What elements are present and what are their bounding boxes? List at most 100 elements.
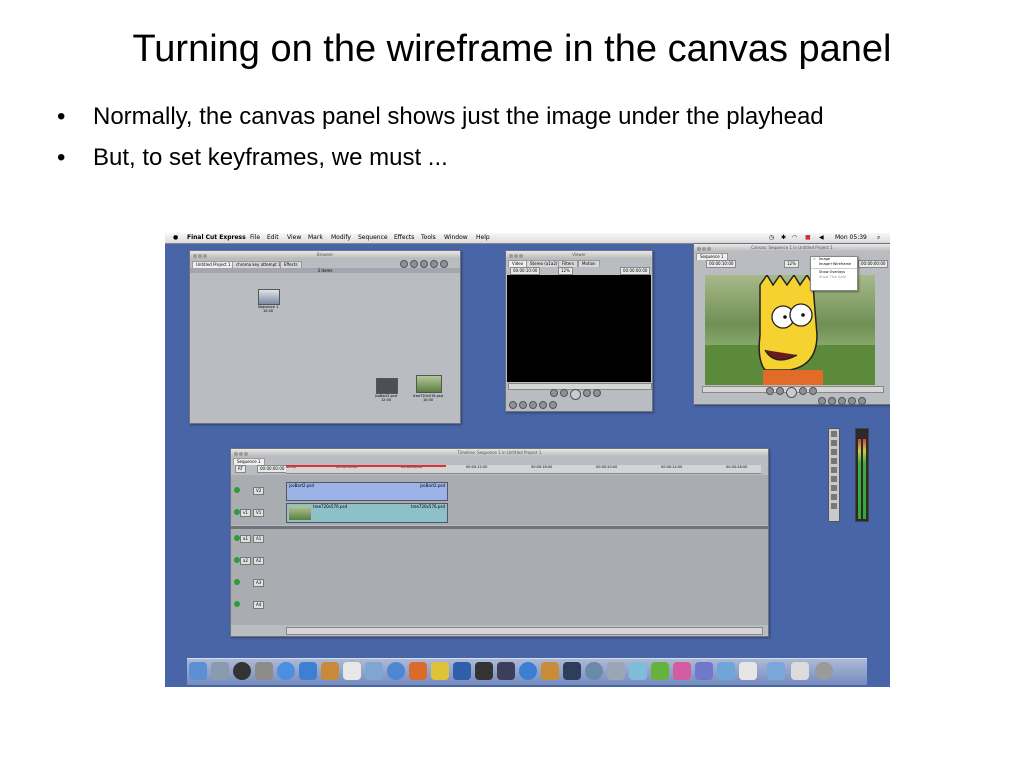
- sequence-icon[interactable]: [258, 289, 280, 305]
- menu-modify[interactable]: Modify: [331, 233, 351, 243]
- track-label-v1[interactable]: V1: [253, 509, 265, 517]
- canvas-timecode-duration[interactable]: 00:00:10:00: [706, 260, 737, 268]
- zoom-tool-icon[interactable]: [831, 458, 837, 464]
- star-app-icon[interactable]: [431, 662, 449, 680]
- itunes-icon[interactable]: [387, 662, 405, 680]
- hand-tool-icon[interactable]: [831, 485, 837, 491]
- track-label-a2[interactable]: A2: [253, 557, 265, 565]
- v2-clip[interactable]: jsoBart2.psd jsoBart2.psd: [286, 482, 448, 501]
- crop-tool-icon[interactable]: [831, 467, 837, 473]
- address-book-icon[interactable]: [321, 662, 339, 680]
- dvd-icon[interactable]: [585, 662, 603, 680]
- viewer-edit-buttons[interactable]: [509, 401, 557, 409]
- timeline-ruler[interactable]: 00:00 00:00:04:00 00:00:08:00 00:00:12:0…: [286, 465, 761, 474]
- volume-icon[interactable]: ◀: [819, 233, 824, 243]
- selection-tool-icon[interactable]: [831, 431, 837, 437]
- source-label-a1[interactable]: a1: [240, 535, 251, 543]
- browser-tab-3[interactable]: Effects: [280, 261, 302, 268]
- downloads-icon[interactable]: [791, 662, 809, 680]
- canvas-timecode-current[interactable]: 00:00:00:00: [858, 260, 889, 268]
- canvas-zoom[interactable]: 12%: [784, 260, 799, 268]
- viewer-tab-stereo[interactable]: Stereo (a1a2): [526, 260, 562, 267]
- source-label-v1[interactable]: v1: [240, 509, 251, 517]
- timeline-scrollbar[interactable]: [286, 627, 763, 635]
- viewer-zoom[interactable]: 12%: [558, 267, 573, 275]
- track-label-a3[interactable]: A3: [253, 579, 265, 587]
- menu-view[interactable]: View: [287, 233, 301, 243]
- system-prefs-icon[interactable]: [255, 662, 273, 680]
- viewer-tab-video[interactable]: Video: [508, 260, 528, 267]
- timeline-timecode[interactable]: 00:00:00:00: [257, 465, 288, 473]
- canvas-tab[interactable]: Sequence 1: [696, 253, 728, 260]
- rt-menu[interactable]: RT: [235, 465, 246, 473]
- canvas-transport[interactable]: [766, 387, 817, 398]
- menu-mark[interactable]: Mark: [308, 233, 323, 243]
- flag-icon[interactable]: ■: [805, 233, 811, 243]
- guitar-icon[interactable]: [541, 662, 559, 680]
- razor-tool-icon[interactable]: [831, 449, 837, 455]
- menu-item-image-wireframe[interactable]: Image+Wireframe: [811, 262, 857, 267]
- canvas-edit-buttons[interactable]: [818, 397, 866, 405]
- ical-icon[interactable]: [343, 662, 361, 680]
- menu-help[interactable]: Help: [476, 233, 490, 243]
- track-visibility-v2[interactable]: [234, 487, 240, 493]
- menu-window[interactable]: Window: [444, 233, 468, 243]
- edit-select-tool-icon[interactable]: [831, 440, 837, 446]
- menu-sequence[interactable]: Sequence: [358, 233, 388, 243]
- viewer-tab-filters[interactable]: Filters: [558, 260, 578, 267]
- menu-file[interactable]: File: [250, 233, 260, 243]
- safari-icon[interactable]: [277, 662, 295, 680]
- preview-icon[interactable]: [211, 662, 229, 680]
- apple-menu-icon[interactable]: ●: [173, 233, 178, 243]
- finder-icon[interactable]: [189, 662, 207, 680]
- people-app-icon[interactable]: [717, 662, 735, 680]
- browser-tab-1[interactable]: Untitled Project 1: [192, 261, 235, 268]
- menu-tools[interactable]: Tools: [421, 233, 436, 243]
- track-label-a1[interactable]: A1: [253, 535, 265, 543]
- track-visibility-a4[interactable]: [234, 601, 240, 607]
- clip-icon-bart[interactable]: [376, 378, 398, 394]
- dashboard-icon[interactable]: [233, 662, 251, 680]
- menu-edit[interactable]: Edit: [267, 233, 279, 243]
- spotlight-icon[interactable]: ⌕: [877, 233, 880, 243]
- photoshop-icon[interactable]: [453, 662, 471, 680]
- menu-item-show-title-safe[interactable]: Show Title Safe: [811, 275, 857, 280]
- iphoto-icon[interactable]: [365, 662, 383, 680]
- viewer-tab-motion[interactable]: Motion: [578, 260, 600, 267]
- source-label-a2[interactable]: a2: [240, 557, 251, 565]
- folder-icon[interactable]: [767, 662, 785, 680]
- track-label-v2[interactable]: V2: [253, 487, 265, 495]
- app-menu[interactable]: Final Cut Express: [187, 233, 246, 243]
- final-cut-icon[interactable]: [475, 662, 493, 680]
- paint-app-icon[interactable]: [673, 662, 691, 680]
- internet-explorer-icon[interactable]: [519, 662, 537, 680]
- pen-tool-icon[interactable]: [831, 476, 837, 482]
- plant-app-icon[interactable]: [651, 662, 669, 680]
- v1-clip[interactable]: tree720x576.psd tree720x576.psd: [286, 503, 448, 523]
- blue-app-icon[interactable]: [695, 662, 713, 680]
- viewer-transport[interactable]: [550, 389, 601, 400]
- garageband-icon[interactable]: [409, 662, 427, 680]
- menu-effects[interactable]: Effects: [394, 233, 414, 243]
- link-tool-icon[interactable]: [831, 494, 837, 500]
- track-visibility-a3[interactable]: [234, 579, 240, 585]
- text-app-icon[interactable]: [629, 662, 647, 680]
- document-icon[interactable]: [739, 662, 757, 680]
- network-app-icon[interactable]: [607, 662, 625, 680]
- browser-tab-2[interactable]: chroma key attempt 1: [232, 261, 285, 268]
- bluetooth-icon[interactable]: ✱: [781, 233, 786, 243]
- viewer-timecode-current[interactable]: 00:00:00:00: [620, 267, 651, 275]
- window-controls[interactable]: [193, 253, 208, 261]
- viewer-timecode-duration[interactable]: 00:00:10:00: [510, 267, 541, 275]
- trash-icon[interactable]: [815, 662, 833, 680]
- clip-icon-tree[interactable]: [416, 375, 442, 393]
- timeline-tab[interactable]: Sequence 1: [233, 458, 265, 465]
- clock-icon[interactable]: ◷: [769, 233, 774, 243]
- grid-app-icon[interactable]: [563, 662, 581, 680]
- after-effects-icon[interactable]: [497, 662, 515, 680]
- track-label-a4[interactable]: A4: [253, 601, 265, 609]
- blade-tool-icon[interactable]: [831, 503, 837, 509]
- wifi-icon[interactable]: ◠: [792, 233, 797, 243]
- browser-view-buttons[interactable]: [400, 260, 448, 268]
- ichat-icon[interactable]: [299, 662, 317, 680]
